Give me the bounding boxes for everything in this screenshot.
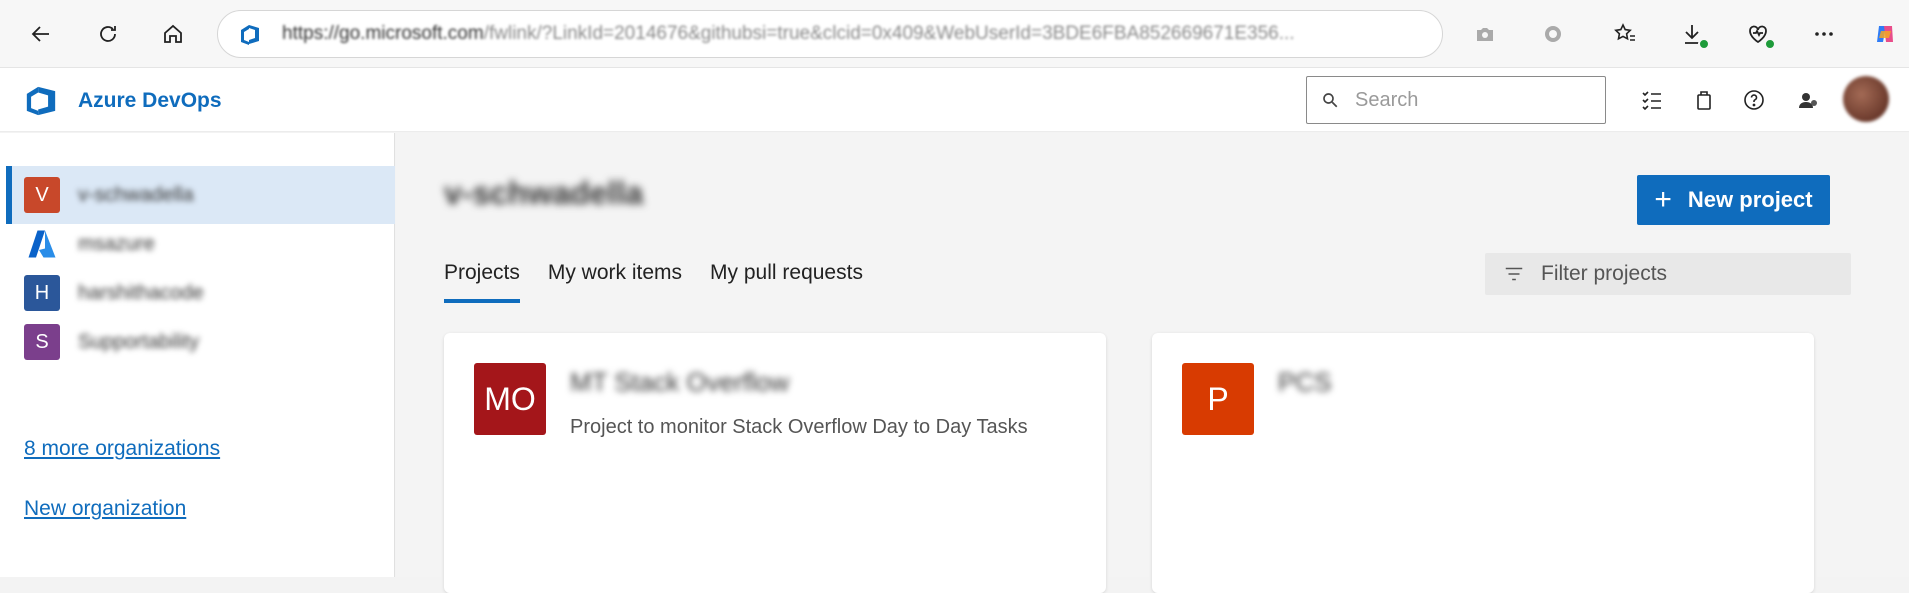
- project-name[interactable]: PCS: [1278, 367, 1331, 398]
- filter-box[interactable]: [1485, 253, 1851, 295]
- extension-icon[interactable]: [1533, 14, 1573, 54]
- org-avatar: H: [24, 275, 60, 311]
- search-box[interactable]: [1306, 76, 1606, 124]
- tab-my-pull-requests[interactable]: My pull requests: [710, 261, 863, 303]
- project-avatar: P: [1182, 363, 1254, 435]
- downloads-badge: [1698, 38, 1710, 50]
- org-avatar: V: [24, 177, 60, 213]
- tab-my-work-items[interactable]: My work items: [548, 261, 682, 303]
- azure-devops-icon: [26, 86, 56, 116]
- user-settings-icon[interactable]: [1792, 84, 1824, 116]
- page-title: v-schwadella: [444, 175, 644, 211]
- azure-logo-icon: [28, 230, 56, 258]
- app-name: Azure DevOps: [78, 89, 222, 112]
- work-items-icon[interactable]: [1636, 84, 1668, 116]
- essentials-badge: [1764, 38, 1776, 50]
- plus-icon: +: [1654, 183, 1672, 216]
- main-content: v-schwadella + New project Projects My w…: [396, 133, 1909, 593]
- marketplace-icon[interactable]: [1688, 84, 1720, 116]
- org-avatar: S: [24, 324, 60, 360]
- back-icon[interactable]: [21, 14, 61, 54]
- url-host: https://go.microsoft.com: [282, 23, 484, 44]
- tab-projects[interactable]: Projects: [444, 261, 520, 303]
- org-name: Supportability: [78, 330, 200, 353]
- home-icon[interactable]: [153, 14, 193, 54]
- org-sidebar: V v-schwadella msazure H harshithacode S…: [0, 133, 395, 577]
- new-project-button[interactable]: + New project: [1637, 175, 1830, 225]
- org-name: v-schwadella: [78, 183, 194, 206]
- help-icon[interactable]: [1738, 84, 1770, 116]
- camera-icon[interactable]: [1465, 14, 1505, 54]
- url-path: /fwlink/?LinkId=2014676&githubsi=true&cl…: [483, 23, 1295, 44]
- org-name: harshithacode: [78, 281, 204, 304]
- search-icon: [1323, 93, 1338, 108]
- favorites-icon[interactable]: [1605, 14, 1645, 54]
- project-avatar: MO: [474, 363, 546, 435]
- browser-essentials-icon[interactable]: [1738, 14, 1778, 54]
- more-organizations-link[interactable]: 8 more organizations: [24, 437, 220, 461]
- search-input[interactable]: [1355, 88, 1595, 112]
- azure-devops-logo[interactable]: Azure DevOps: [24, 84, 222, 118]
- project-card-0[interactable]: MO MT Stack Overflow Project to monitor …: [444, 333, 1106, 593]
- azure-devops-favicon-icon: [241, 25, 259, 45]
- app-header: Azure DevOps: [0, 68, 1909, 132]
- filter-icon: [1505, 267, 1523, 281]
- new-project-label: New project: [1687, 187, 1813, 212]
- refresh-icon[interactable]: [88, 14, 128, 54]
- org-name: msazure: [78, 232, 155, 255]
- tab-bar: Projects My work items My pull requests: [444, 261, 891, 303]
- url-text: https://go.microsoft.com/fwlink/?LinkId=…: [282, 23, 1422, 45]
- downloads-icon[interactable]: [1672, 14, 1712, 54]
- project-description: Project to monitor Stack Overflow Day to…: [570, 416, 1028, 438]
- project-card-1[interactable]: P PCS: [1152, 333, 1814, 593]
- browser-toolbar: https://go.microsoft.com/fwlink/?LinkId=…: [0, 0, 1909, 68]
- org-item-3[interactable]: S Supportability: [6, 313, 395, 371]
- address-bar[interactable]: https://go.microsoft.com/fwlink/?LinkId=…: [217, 10, 1443, 58]
- copilot-icon[interactable]: [1865, 14, 1905, 54]
- user-avatar[interactable]: [1843, 76, 1889, 122]
- new-organization-link[interactable]: New organization: [24, 497, 186, 521]
- filter-projects-input[interactable]: [1541, 262, 1841, 286]
- project-name[interactable]: MT Stack Overflow: [570, 367, 789, 398]
- more-options-icon[interactable]: [1804, 14, 1844, 54]
